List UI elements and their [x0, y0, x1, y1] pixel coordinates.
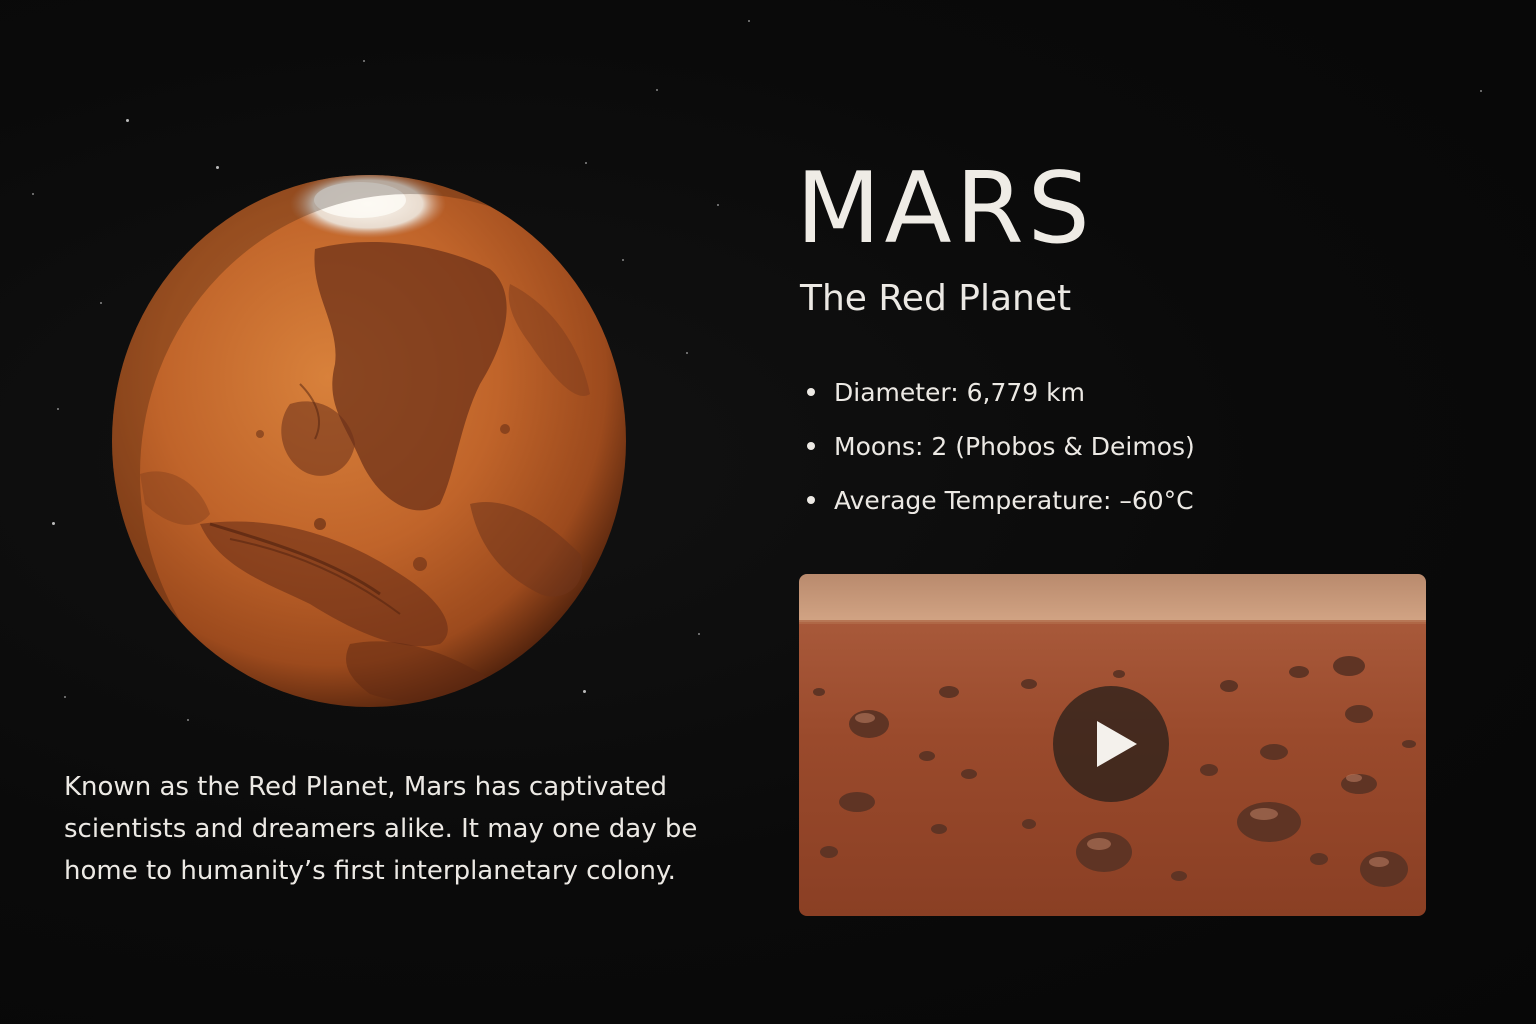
- fact-item-diameter: Diameter: 6,779 km: [800, 366, 1195, 420]
- star: [1480, 90, 1482, 92]
- fact-text: Diameter: 6,779 km: [834, 378, 1085, 407]
- star: [686, 352, 688, 354]
- bullet-icon: [807, 388, 815, 396]
- star: [656, 89, 658, 91]
- mars-globe-icon: [112, 175, 626, 707]
- star: [585, 162, 587, 164]
- star: [32, 193, 34, 195]
- star: [698, 633, 700, 635]
- star: [64, 696, 66, 698]
- star: [57, 408, 59, 410]
- mars-globe-image: [110, 174, 628, 708]
- fact-text: Average Temperature: –60°C: [834, 486, 1194, 515]
- bullet-icon: [807, 442, 815, 450]
- star: [52, 522, 55, 525]
- play-icon: [1097, 721, 1137, 767]
- star: [100, 302, 102, 304]
- play-button[interactable]: [1053, 686, 1169, 802]
- mars-page: MARS The Red Planet Diameter: 6,779 km M…: [0, 0, 1536, 1024]
- video-player[interactable]: [799, 574, 1426, 916]
- star: [126, 119, 129, 122]
- star: [717, 204, 719, 206]
- star: [748, 20, 750, 22]
- star: [363, 60, 365, 62]
- page-title: MARS: [796, 152, 1094, 266]
- bullet-icon: [807, 496, 815, 504]
- facts-list: Diameter: 6,779 km Moons: 2 (Phobos & De…: [800, 366, 1195, 528]
- fact-item-moons: Moons: 2 (Phobos & Deimos): [800, 420, 1195, 474]
- page-subtitle: The Red Planet: [800, 278, 1072, 319]
- fact-item-temperature: Average Temperature: –60°C: [800, 474, 1195, 528]
- description-text: Known as the Red Planet, Mars has captiv…: [64, 772, 698, 886]
- fact-text: Moons: 2 (Phobos & Deimos): [834, 432, 1195, 461]
- star: [216, 166, 219, 169]
- star: [187, 719, 189, 721]
